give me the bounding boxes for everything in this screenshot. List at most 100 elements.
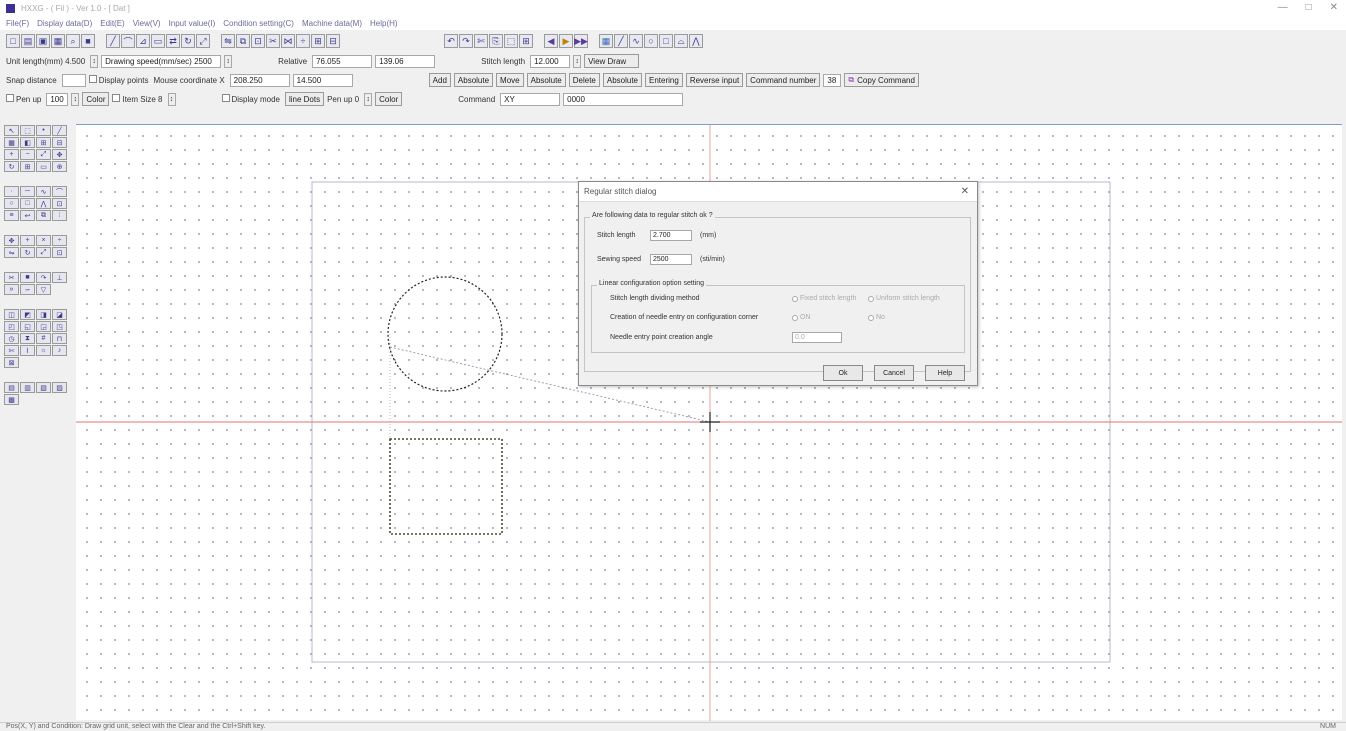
extra-2-icon[interactable]: ▥ — [20, 382, 35, 393]
sewing-speed-input[interactable]: 2500 — [650, 254, 692, 265]
paste-icon[interactable]: ⎘ — [489, 34, 503, 48]
menu-display-data[interactable]: Display data(D) — [37, 19, 92, 28]
grid-toggle-icon[interactable]: ⊞ — [20, 161, 35, 172]
sew-box-icon[interactable]: □ — [659, 34, 673, 48]
extra-3-icon[interactable]: ▧ — [36, 382, 51, 393]
stitch-length-spin[interactable]: ↕ — [573, 54, 582, 68]
machine-icon[interactable]: ▦ — [599, 34, 613, 48]
needle-entry-no-radio[interactable]: No — [868, 314, 885, 321]
pattern-tool-icon[interactable]: ⊟ — [326, 34, 340, 48]
zigzag-stitch-icon[interactable]: ⋀ — [36, 198, 51, 209]
input-1-icon[interactable]: ◰ — [4, 321, 19, 332]
jump-code-icon[interactable]: ↷ — [36, 272, 51, 283]
speed-code-icon[interactable]: » — [4, 284, 19, 295]
drawing-speed-spin[interactable]: ↕ — [224, 54, 233, 68]
join-tool-icon[interactable]: ⋈ — [281, 34, 295, 48]
cut-icon[interactable]: ✄ — [474, 34, 488, 48]
insert-point-icon[interactable]: + — [20, 235, 35, 246]
copy-command-button[interactable]: ⧉ Copy Command — [844, 73, 919, 87]
select-invert-icon[interactable]: ◧ — [20, 137, 35, 148]
select-clear-icon[interactable]: ⊟ — [52, 137, 67, 148]
back-tack-icon[interactable]: ↩ — [20, 210, 35, 221]
pen-up-spin[interactable]: ↕ — [71, 92, 80, 106]
output-1-icon[interactable]: ◫ — [4, 309, 19, 320]
stop-code-icon[interactable]: ■ — [20, 272, 35, 283]
view-draw-button[interactable]: View Draw — [584, 54, 640, 68]
pen-up-field[interactable]: 100 — [46, 92, 69, 106]
counter-icon[interactable]: # — [36, 333, 51, 344]
zoom-fit-icon[interactable]: ⤢ — [36, 149, 51, 160]
needle-entry-on-radio[interactable]: ON — [792, 314, 811, 321]
sew-zigzag-icon[interactable]: ⋀ — [689, 34, 703, 48]
ok-button[interactable]: Ok — [823, 365, 863, 381]
menu-help[interactable]: Help(H) — [370, 19, 398, 28]
command-number-field[interactable]: 38 — [823, 73, 842, 87]
reverse-input-button[interactable]: Reverse input — [685, 73, 744, 87]
wait-icon[interactable]: ⧗ — [20, 333, 35, 344]
relative-x-field[interactable]: 76.055 — [312, 54, 373, 68]
save-icon[interactable]: ■ — [81, 34, 95, 48]
redo-icon[interactable]: ↷ — [459, 34, 473, 48]
minimize-button[interactable]: — — [1278, 2, 1288, 13]
arc-stitch-icon[interactable]: ⌒ — [52, 186, 67, 197]
end-code-icon[interactable]: ⊠ — [4, 357, 19, 368]
scale-point-icon[interactable]: ⤢ — [36, 247, 51, 258]
color-button-2[interactable]: Color — [375, 92, 403, 106]
extra-4-icon[interactable]: ▨ — [52, 382, 67, 393]
presser-code-icon[interactable]: ▽ — [36, 284, 51, 295]
arc-tool-icon[interactable]: ⌒ — [121, 34, 135, 48]
help-button[interactable]: Help — [925, 365, 965, 381]
select-all-palette-icon[interactable]: ▦ — [4, 137, 19, 148]
polyline-tool-icon[interactable]: ⊿ — [136, 34, 150, 48]
cancel-button[interactable]: Cancel — [874, 365, 914, 381]
color-button-1[interactable]: Color — [82, 92, 110, 106]
circle-stitch-icon[interactable]: ○ — [4, 198, 19, 209]
offset-point-icon[interactable]: ⊡ — [52, 247, 67, 258]
new-file-icon[interactable]: □ — [6, 34, 20, 48]
move-tool-icon[interactable]: ⇄ — [166, 34, 180, 48]
maximize-button[interactable]: □ — [1306, 2, 1312, 13]
divide-point-icon[interactable]: ÷ — [52, 235, 67, 246]
line-tool-icon[interactable]: ╱ — [106, 34, 120, 48]
sew-line-icon[interactable]: ╱ — [614, 34, 628, 48]
menu-edit[interactable]: Edit(E) — [100, 19, 124, 28]
item-size-spin[interactable]: ↕ — [167, 92, 176, 106]
delete-button[interactable]: Delete — [568, 73, 600, 87]
zoom-icon[interactable]: ⌕ — [66, 34, 80, 48]
thread-code-icon[interactable]: ∽ — [20, 284, 35, 295]
relative-y-field[interactable]: 139.06 — [375, 54, 436, 68]
box-stitch-icon[interactable]: □ — [20, 198, 35, 209]
input-4-icon[interactable]: ◳ — [52, 321, 67, 332]
circle-stitch-path[interactable] — [387, 276, 503, 392]
copy-tool-icon[interactable]: ⧉ — [236, 34, 250, 48]
sew-curve-icon[interactable]: ∿ — [629, 34, 643, 48]
fixed-length-radio[interactable]: Fixed stitch length — [792, 295, 856, 302]
redraw-icon[interactable]: ↻ — [4, 161, 19, 172]
condensed-icon[interactable]: ⦙ — [52, 210, 67, 221]
output-3-icon[interactable]: ◨ — [36, 309, 51, 320]
uniform-length-radio[interactable]: Uniform stitch length — [868, 295, 940, 302]
select-arrow-icon[interactable]: ↖ — [4, 125, 19, 136]
delete-absolute-button[interactable]: Absolute — [602, 73, 643, 87]
close-button[interactable]: ✕ — [1330, 2, 1338, 13]
pen-up-toggle[interactable]: Pen up — [6, 94, 41, 104]
undo-icon[interactable]: ↶ — [444, 34, 458, 48]
menu-input-value[interactable]: Input value(I) — [169, 19, 216, 28]
grid-icon[interactable]: ⊞ — [519, 34, 533, 48]
entry-angle-input[interactable]: 0.0 — [792, 332, 842, 343]
wiper-icon[interactable]: ⌇ — [20, 345, 35, 356]
rotate-point-icon[interactable]: ↻ — [20, 247, 35, 258]
extra-5-icon[interactable]: ▩ — [4, 394, 19, 405]
display-mode-toggle[interactable]: Display mode — [221, 94, 280, 104]
sew-arc-icon[interactable]: ⌓ — [674, 34, 688, 48]
curve-stitch-icon[interactable]: ∿ — [36, 186, 51, 197]
select-line-icon[interactable]: ╱ — [52, 125, 67, 136]
trim-code-icon[interactable]: ✂ — [4, 272, 19, 283]
menu-file[interactable]: File(F) — [6, 19, 29, 28]
stitch-length-field[interactable]: 12.000 — [530, 54, 571, 68]
point-stitch-icon[interactable]: · — [4, 186, 19, 197]
move-button[interactable]: Move — [496, 73, 524, 87]
divide-tool-icon[interactable]: ÷ — [296, 34, 310, 48]
multi-stitch-icon[interactable]: ≡ — [4, 210, 19, 221]
select-all-icon[interactable]: ⬚ — [504, 34, 518, 48]
